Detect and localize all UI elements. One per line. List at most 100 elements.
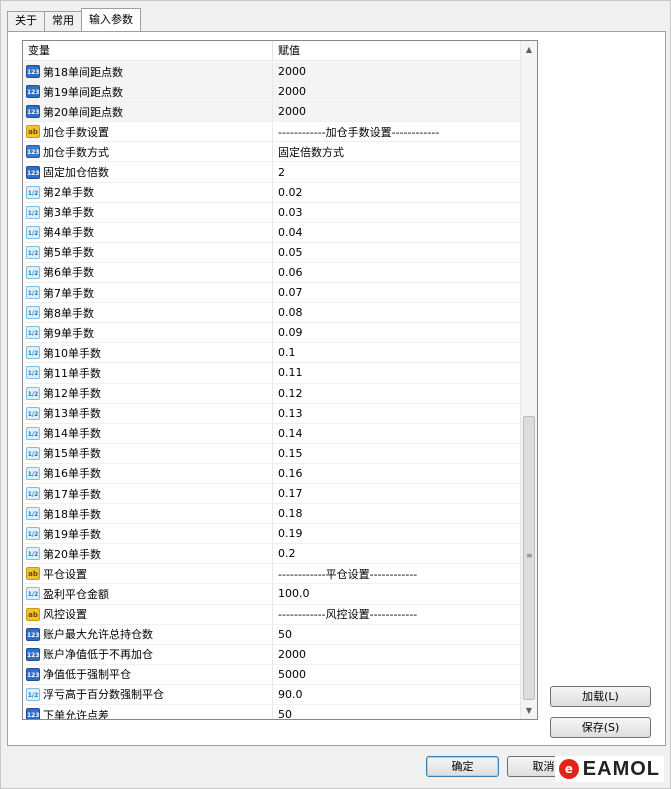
variable-name: 第5单手数 (43, 246, 94, 260)
table-row[interactable]: 123 加仓手数方式 固定倍数方式 (23, 142, 520, 163)
scroll-down-arrow-icon[interactable]: ▼ (521, 702, 537, 719)
value-cell[interactable]: 0.13 (273, 404, 520, 423)
variable-name-cell: 1/2 第2单手数 (23, 182, 273, 202)
scroll-up-arrow-icon[interactable]: ▲ (521, 41, 537, 58)
table-row[interactable]: 1/2 第15单手数 0.15 (23, 443, 520, 464)
value-cell[interactable]: 50 (273, 625, 520, 644)
table-row[interactable]: ab 平仓设置 ------------平仓设置------------ (23, 564, 520, 585)
value-cell[interactable]: 2 (273, 162, 520, 181)
table-row[interactable]: 1/2 第13单手数 0.13 (23, 403, 520, 424)
variable-name: 第13单手数 (43, 407, 101, 421)
double-type-icon: 1/2 (26, 687, 40, 701)
value-cell[interactable]: 50 (273, 705, 520, 719)
table-row[interactable]: 123 第20单间距点数 2000 (23, 102, 520, 123)
value-cell[interactable]: 0.12 (273, 384, 520, 403)
value-cell[interactable]: 90.0 (273, 685, 520, 704)
double-type-icon: 1/2 (26, 406, 40, 420)
table-row[interactable]: 1/2 第18单手数 0.18 (23, 504, 520, 525)
integer-type-icon: 123 (26, 165, 40, 179)
value-cell[interactable]: ------------加仓手数设置------------ (273, 122, 520, 141)
tab-inputs[interactable]: 输入参数 (81, 8, 141, 31)
value-cell[interactable]: 2000 (273, 62, 520, 81)
table-row[interactable]: 123 第18单间距点数 2000 (23, 62, 520, 83)
value-cell[interactable]: 0.07 (273, 283, 520, 302)
table-row[interactable]: 123 下单允许点差 50 (23, 705, 520, 719)
table-row[interactable]: 1/2 盈利平仓金额 100.0 (23, 584, 520, 605)
variable-name-cell: 123 第20单间距点数 (23, 102, 273, 122)
table-row[interactable]: 1/2 第5单手数 0.05 (23, 242, 520, 263)
value-cell[interactable]: 100.0 (273, 584, 520, 603)
value-cell[interactable]: ------------平仓设置------------ (273, 564, 520, 583)
table-row[interactable]: 1/2 第3单手数 0.03 (23, 202, 520, 223)
variable-name: 盈利平仓金额 (43, 587, 109, 601)
table-row[interactable]: 1/2 第17单手数 0.17 (23, 483, 520, 505)
value-cell[interactable]: 0.11 (273, 363, 520, 382)
value-cell[interactable]: 0.14 (273, 424, 520, 443)
variable-name: 第6单手数 (43, 266, 94, 280)
variable-name-cell: ab 风控设置 (23, 604, 273, 624)
table-row[interactable]: 1/2 第10单手数 0.1 (23, 343, 520, 364)
variable-name-cell: 1/2 第17单手数 (23, 483, 273, 504)
value-cell[interactable]: 0.03 (273, 203, 520, 222)
table-row[interactable]: 1/2 第2单手数 0.02 (23, 182, 520, 203)
double-type-icon: 1/2 (26, 426, 40, 440)
value-cell[interactable]: 0.18 (273, 504, 520, 523)
table-row[interactable]: 1/2 第12单手数 0.12 (23, 383, 520, 404)
value-cell[interactable]: 0.1 (273, 343, 520, 362)
table-row[interactable]: 1/2 第11单手数 0.11 (23, 363, 520, 384)
table-row[interactable]: 1/2 第6单手数 0.06 (23, 262, 520, 284)
value-cell[interactable]: 5000 (273, 665, 520, 684)
variable-name: 第14单手数 (43, 427, 101, 441)
ok-button[interactable]: 确定 (426, 756, 499, 777)
value-cell[interactable]: 2000 (273, 645, 520, 664)
table-row[interactable]: 1/2 第7单手数 0.07 (23, 283, 520, 304)
value-cell[interactable]: 0.05 (273, 243, 520, 262)
grid-rows: 123 第18单间距点数 2000 123 第19单间距点数 2000 123 第20单间距点… (23, 62, 520, 719)
table-row[interactable]: 123 账户最大允许总持仓数 50 (23, 624, 520, 645)
table-row[interactable]: 1/2 第8单手数 0.08 (23, 303, 520, 324)
table-row[interactable]: 123 固定加仓倍数 2 (23, 162, 520, 183)
variable-name: 加仓手数方式 (43, 145, 109, 159)
load-button[interactable]: 加载(L) (550, 686, 651, 707)
table-row[interactable]: ab 风控设置 ------------风控设置------------ (23, 604, 520, 625)
column-header-value[interactable]: 赋值 (273, 41, 537, 60)
tab-about[interactable]: 关于 (7, 11, 45, 31)
value-cell[interactable]: 0.19 (273, 524, 520, 543)
value-cell[interactable]: 0.02 (273, 183, 520, 202)
table-row[interactable]: 1/2 第4单手数 0.04 (23, 222, 520, 243)
value-cell[interactable]: 0.16 (273, 464, 520, 483)
table-row[interactable]: 1/2 第16单手数 0.16 (23, 463, 520, 484)
enum-type-icon: 123 (26, 145, 40, 159)
value-cell[interactable]: 0.06 (273, 263, 520, 282)
table-row[interactable]: 1/2 第20单手数 0.2 (23, 544, 520, 565)
variable-name: 净值低于强制平仓 (43, 668, 131, 682)
table-row[interactable]: 1/2 第19单手数 0.19 (23, 524, 520, 545)
column-header-variable[interactable]: 变量 (23, 41, 273, 60)
tab-common[interactable]: 常用 (44, 11, 82, 31)
variable-name-cell: 1/2 第12单手数 (23, 383, 273, 403)
table-row[interactable]: 1/2 第9单手数 0.09 (23, 323, 520, 344)
variable-name: 第20单间距点数 (43, 105, 123, 119)
table-row[interactable]: 123 账户净值低于不再加仓 2000 (23, 644, 520, 665)
value-cell[interactable]: 2000 (273, 82, 520, 101)
value-cell[interactable]: 0.2 (273, 544, 520, 563)
value-cell[interactable]: 0.04 (273, 223, 520, 242)
table-row[interactable]: 123 第19单间距点数 2000 (23, 82, 520, 103)
double-type-icon: 1/2 (26, 466, 40, 480)
value-cell[interactable]: 0.09 (273, 323, 520, 342)
vertical-scrollbar[interactable]: ▲ ≡ ▼ (520, 41, 537, 719)
variable-name: 第3单手数 (43, 206, 94, 220)
table-row[interactable]: ab 加仓手数设置 ------------加仓手数设置------------ (23, 122, 520, 143)
table-row[interactable]: 123 净值低于强制平仓 5000 (23, 664, 520, 685)
table-row[interactable]: 1/2 第14单手数 0.14 (23, 423, 520, 444)
value-cell[interactable]: 固定倍数方式 (273, 142, 520, 161)
scrollbar-thumb[interactable]: ≡ (523, 416, 535, 700)
value-cell[interactable]: 0.17 (273, 484, 520, 503)
value-cell[interactable]: 0.08 (273, 303, 520, 322)
value-cell[interactable]: ------------风控设置------------ (273, 605, 520, 624)
value-cell[interactable]: 2000 (273, 102, 520, 121)
double-type-icon: 1/2 (26, 205, 40, 219)
value-cell[interactable]: 0.15 (273, 444, 520, 463)
table-row[interactable]: 1/2 浮亏高于百分数强制平仓 90.0 (23, 684, 520, 705)
save-button[interactable]: 保存(S) (550, 717, 651, 738)
